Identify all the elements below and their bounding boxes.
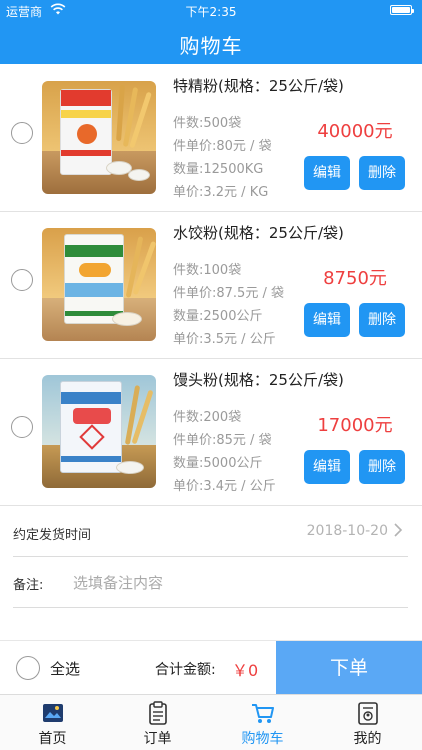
tab-profile[interactable]: 我的 (315, 695, 420, 750)
item-unit-price-per-bag: 件单价:87.5元 / 袋 (173, 286, 284, 301)
tab-label: 订单 (143, 731, 172, 747)
page-title: 购物车 (179, 34, 243, 58)
tab-home[interactable]: 首页 (0, 695, 105, 750)
item-count: 件数:100袋 (173, 263, 242, 278)
cart-item: 特精粉(规格：25公斤/袋) 件数:500袋 件单价:80元 / 袋 数量:12… (0, 65, 422, 212)
edit-button[interactable]: 编辑 (304, 303, 350, 337)
item-title: 特精粉(规格：25公斤/袋) (173, 77, 344, 95)
product-image[interactable] (42, 81, 156, 194)
item-count: 件数:200袋 (173, 410, 242, 425)
cart-icon (250, 700, 276, 726)
select-all-label[interactable]: 全选 (50, 658, 80, 679)
place-order-button[interactable]: 下单 (276, 641, 422, 695)
tab-bar: 首页 订单 购物车 我的 (0, 694, 422, 750)
item-select-checkbox[interactable] (11, 122, 33, 144)
cart-item: 水饺粉(规格：25公斤/袋) 件数:100袋 件单价:87.5元 / 袋 数量:… (0, 212, 422, 359)
delete-button[interactable]: 删除 (359, 450, 405, 484)
select-all-checkbox[interactable] (16, 656, 40, 680)
battery-icon (390, 5, 414, 15)
product-image[interactable] (42, 228, 156, 341)
remark-row: 备注: 选填备注内容 (13, 557, 408, 608)
item-title: 水饺粉(规格：25公斤/袋) (173, 224, 344, 242)
checkout-bar: 全选 合计金额: ￥0 下单 (0, 640, 422, 695)
status-time: 下午2:35 (185, 5, 237, 19)
item-count: 件数:500袋 (173, 116, 242, 131)
cart-item: 馒头粉(规格：25公斤/袋) 件数:200袋 件单价:85元 / 袋 数量:50… (0, 359, 422, 506)
profile-icon (355, 700, 381, 726)
tab-cart[interactable]: 购物车 (210, 695, 315, 750)
edit-button[interactable]: 编辑 (304, 156, 350, 190)
item-unit-price: 单价:3.2元 / KG (173, 185, 269, 200)
item-total-price: 40000元 (317, 121, 393, 142)
tab-label: 我的 (353, 731, 382, 747)
item-select-checkbox[interactable] (11, 269, 33, 291)
edit-button[interactable]: 编辑 (304, 450, 350, 484)
delete-button[interactable]: 删除 (359, 156, 405, 190)
clipboard-icon (145, 700, 171, 726)
item-quantity: 数量:12500KG (173, 162, 264, 177)
delivery-date-label: 约定发货时间 (13, 528, 92, 543)
status-bar: 运营商 下午2:35 (0, 0, 422, 20)
tab-label: 购物车 (241, 731, 284, 747)
delete-button[interactable]: 删除 (359, 303, 405, 337)
item-quantity: 数量:2500公斤 (173, 309, 263, 324)
total-amount-value: ￥0 (232, 661, 259, 680)
chevron-right-icon (393, 522, 403, 542)
tab-orders[interactable]: 订单 (105, 695, 210, 750)
item-quantity: 数量:5000公斤 (173, 456, 263, 471)
top-bar: 运营商 下午2:35 购物车 (0, 0, 422, 64)
delivery-date-value: 2018-10-20 (306, 523, 388, 539)
item-unit-price-per-bag: 件单价:80元 / 袋 (173, 139, 272, 154)
item-total-price: 8750元 (323, 268, 387, 289)
product-image[interactable] (42, 375, 156, 488)
item-unit-price: 单价:3.4元 / 公斤 (173, 479, 276, 494)
item-unit-price-per-bag: 件单价:85元 / 袋 (173, 433, 272, 448)
remark-input[interactable]: 选填备注内容 (73, 572, 163, 593)
item-total-price: 17000元 (317, 415, 393, 436)
home-icon (40, 700, 66, 726)
item-select-checkbox[interactable] (11, 416, 33, 438)
item-title: 馒头粉(规格：25公斤/袋) (173, 371, 344, 389)
remark-label: 备注: (13, 578, 44, 593)
item-unit-price: 单价:3.5元 / 公斤 (173, 332, 276, 347)
delivery-date-row[interactable]: 约定发货时间 2018-10-20 (13, 507, 408, 557)
tab-label: 首页 (38, 731, 67, 747)
total-amount-label: 合计金额: (155, 662, 216, 678)
